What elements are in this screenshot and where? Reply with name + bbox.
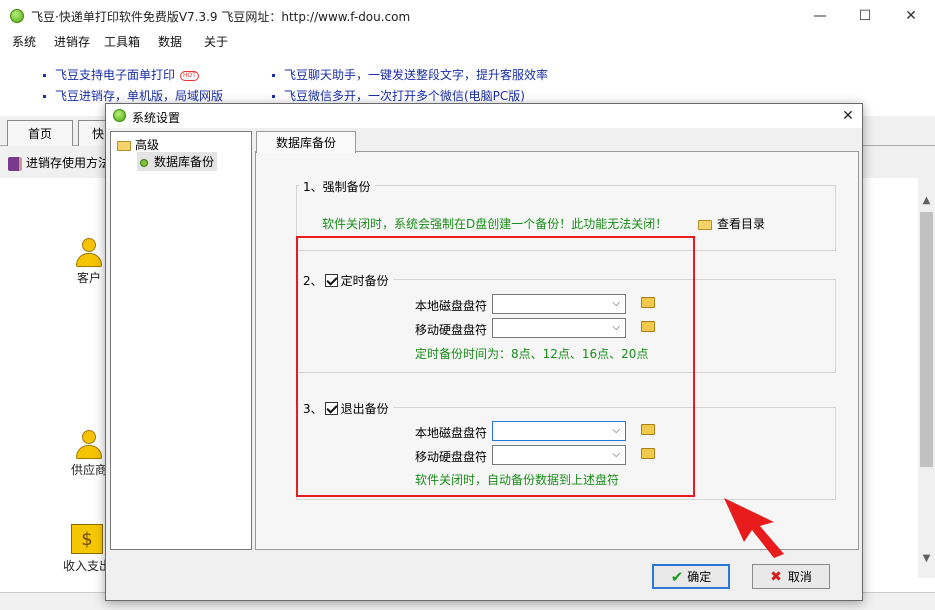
- ad-link-wechat[interactable]: 飞豆微信多开，一次打开多个微信(电脑PC版): [272, 87, 525, 104]
- main-titlebar: 飞豆·快递单打印软件免费版V7.3.9 飞豆网址：http://www.f-do…: [0, 0, 935, 31]
- view-directory-button[interactable]: 查看目录: [698, 215, 765, 232]
- dollar-icon: $: [71, 524, 103, 554]
- menu-system[interactable]: 系统: [12, 33, 36, 50]
- dialog-logo-icon: [113, 109, 126, 122]
- app-logo-icon: [10, 9, 24, 23]
- person-icon: [82, 430, 96, 444]
- guide-button[interactable]: 进销存使用方法: [8, 154, 110, 171]
- node-dot-icon: [140, 158, 148, 167]
- menu-data[interactable]: 数据: [158, 33, 182, 50]
- person-icon: [82, 238, 96, 252]
- highlight-box: [296, 236, 695, 497]
- maximize-button[interactable]: ☐: [842, 0, 888, 31]
- dialog-titlebar: 系统设置 ✕: [106, 104, 862, 128]
- ad-link-inventory[interactable]: 飞豆进销存，单机版，局域网版: [43, 87, 223, 104]
- folder-icon: [698, 219, 712, 230]
- scroll-thumb[interactable]: [920, 212, 933, 467]
- scroll-down-icon[interactable]: ▼: [918, 550, 935, 567]
- close-button[interactable]: ✕: [888, 0, 934, 31]
- annotation-arrow-icon: [724, 498, 784, 558]
- forced-backup-title: 1、强制备份: [299, 178, 375, 195]
- minimize-button[interactable]: —: [797, 0, 843, 31]
- folder-icon: [117, 140, 131, 151]
- menu-about[interactable]: 关于: [204, 33, 228, 50]
- menu-inventory[interactable]: 进销存: [54, 33, 90, 50]
- ad-link-chat[interactable]: 飞豆聊天助手，一键发送整段文字，提升客服效率: [272, 66, 548, 83]
- settings-tree: 高级 数据库备份: [110, 131, 252, 550]
- ad-link-waybill[interactable]: 飞豆支持电子面单打印 HOT: [43, 66, 199, 83]
- menu-bar: 系统 进销存 工具箱 数据 关于: [0, 31, 935, 51]
- tree-item-db-backup[interactable]: 数据库备份: [137, 152, 218, 171]
- scroll-up-icon[interactable]: ▲: [918, 192, 935, 209]
- tree-item-advanced[interactable]: 高级: [117, 136, 159, 153]
- check-icon: ✔: [670, 567, 684, 586]
- dialog-title: 系统设置: [132, 111, 181, 125]
- forced-backup-notice: 软件关闭时，系统会强制在D盘创建一个备份！此功能无法关闭！: [322, 217, 668, 231]
- cross-icon: ✖: [770, 568, 782, 585]
- hot-badge: HOT: [180, 70, 199, 81]
- dialog-close-button[interactable]: ✕: [834, 104, 862, 128]
- cancel-button[interactable]: ✖ 取消: [752, 564, 830, 589]
- tab-home[interactable]: 首页: [7, 120, 73, 146]
- menu-toolbox[interactable]: 工具箱: [104, 33, 140, 50]
- tab-db-backup[interactable]: 数据库备份: [256, 131, 356, 153]
- app-title: 飞豆·快递单打印软件免费版V7.3.9 飞豆网址：http://www.f-do…: [31, 10, 411, 24]
- book-icon: [8, 156, 22, 171]
- vertical-scrollbar[interactable]: ▲ ▼: [918, 178, 935, 578]
- ok-button[interactable]: ✔ 确定: [652, 564, 730, 589]
